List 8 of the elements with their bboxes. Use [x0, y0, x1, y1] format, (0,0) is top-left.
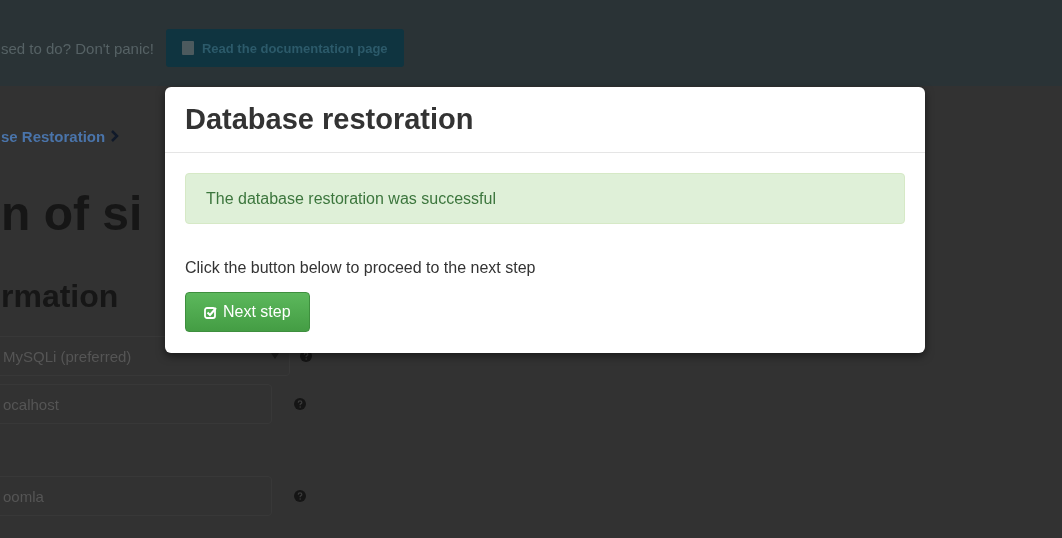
- next-step-button[interactable]: Next step: [185, 292, 310, 332]
- instruction-text: Click the button below to proceed to the next step: [185, 258, 537, 278]
- chevron-icon: [111, 130, 120, 142]
- breadcrumb-link[interactable]: se Restoration: [1, 127, 106, 145]
- check-square-icon: [204, 305, 217, 319]
- book-icon: [181, 41, 194, 55]
- success-alert: The database restoration was successful: [185, 173, 905, 224]
- modal-title: Database restoration: [185, 102, 475, 136]
